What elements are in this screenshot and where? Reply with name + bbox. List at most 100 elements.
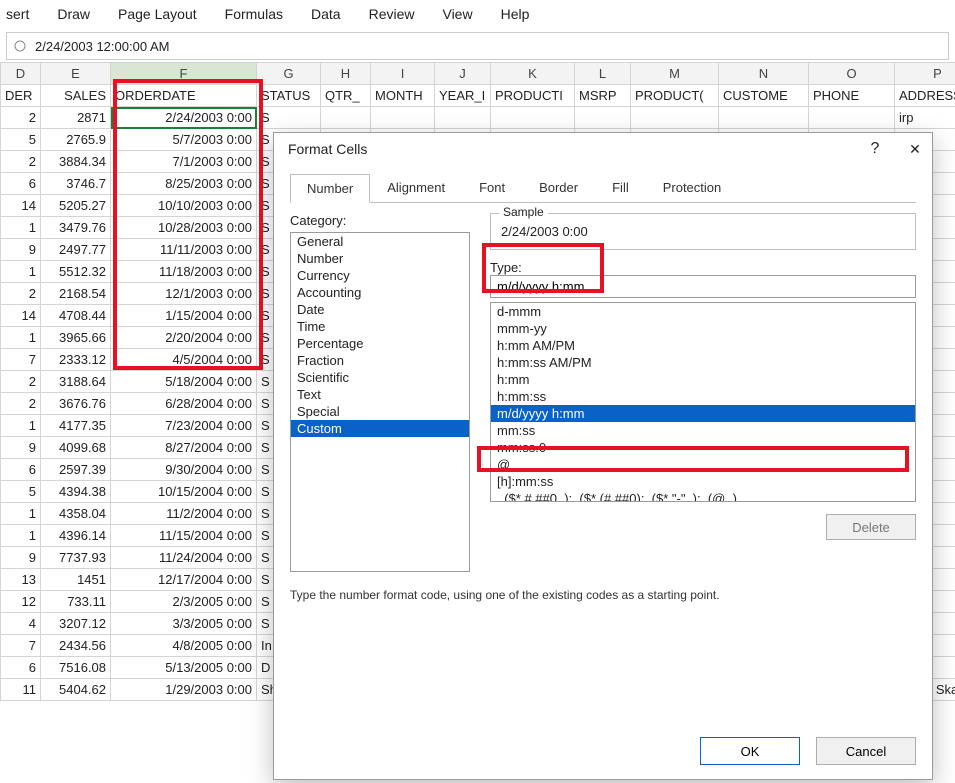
field-header[interactable]: PRODUCTI bbox=[491, 85, 575, 107]
cell[interactable]: 4/8/2005 0:00 bbox=[111, 635, 257, 657]
cell[interactable] bbox=[575, 107, 631, 129]
cell[interactable]: 2434.56 bbox=[41, 635, 111, 657]
cell[interactable] bbox=[491, 107, 575, 129]
type-item[interactable]: mm:ss bbox=[491, 422, 915, 439]
col-header-N[interactable]: N bbox=[719, 63, 809, 85]
type-item[interactable]: @ bbox=[491, 456, 915, 473]
cell[interactable]: 2/24/2003 0:00 bbox=[111, 107, 257, 129]
cell[interactable]: 3207.12 bbox=[41, 613, 111, 635]
cell[interactable]: 3965.66 bbox=[41, 327, 111, 349]
col-header-O[interactable]: O bbox=[809, 63, 895, 85]
menu-draw[interactable]: Draw bbox=[57, 6, 90, 22]
cell[interactable]: 9/30/2004 0:00 bbox=[111, 459, 257, 481]
cell[interactable]: 4099.68 bbox=[41, 437, 111, 459]
menu-data[interactable]: Data bbox=[311, 6, 341, 22]
cell[interactable]: 4394.38 bbox=[41, 481, 111, 503]
cell[interactable]: 11/18/2003 0:00 bbox=[111, 261, 257, 283]
col-header-E[interactable]: E bbox=[41, 63, 111, 85]
cell[interactable]: 8/27/2004 0:00 bbox=[111, 437, 257, 459]
cell[interactable]: 11/2/2004 0:00 bbox=[111, 503, 257, 525]
tab-number[interactable]: Number bbox=[290, 174, 370, 203]
col-header-D[interactable]: D bbox=[1, 63, 41, 85]
cell[interactable]: 3676.76 bbox=[41, 393, 111, 415]
cell[interactable]: 12/1/2003 0:00 bbox=[111, 283, 257, 305]
cell[interactable]: 5 bbox=[1, 481, 41, 503]
cell[interactable]: 8/25/2003 0:00 bbox=[111, 173, 257, 195]
cell[interactable]: 11/15/2004 0:00 bbox=[111, 525, 257, 547]
cell[interactable]: 14 bbox=[1, 195, 41, 217]
cell[interactable]: 11/11/2003 0:00 bbox=[111, 239, 257, 261]
cell[interactable]: 4358.04 bbox=[41, 503, 111, 525]
cell[interactable]: 2/3/2005 0:00 bbox=[111, 591, 257, 613]
field-header[interactable]: PHONE bbox=[809, 85, 895, 107]
cell[interactable] bbox=[719, 107, 809, 129]
field-header[interactable]: ORDERDATE bbox=[111, 85, 257, 107]
col-header-J[interactable]: J bbox=[435, 63, 491, 85]
cell[interactable]: 3479.76 bbox=[41, 217, 111, 239]
field-header[interactable]: DER bbox=[1, 85, 41, 107]
menu-review[interactable]: Review bbox=[369, 6, 415, 22]
cell[interactable]: 5/7/2003 0:00 bbox=[111, 129, 257, 151]
field-header[interactable]: CUSTOME bbox=[719, 85, 809, 107]
cell[interactable]: 5 bbox=[1, 129, 41, 151]
cell[interactable]: 7/1/2003 0:00 bbox=[111, 151, 257, 173]
col-header-M[interactable]: M bbox=[631, 63, 719, 85]
tab-border[interactable]: Border bbox=[522, 173, 595, 202]
category-item[interactable]: Custom bbox=[291, 420, 469, 437]
cell[interactable]: 1 bbox=[1, 415, 41, 437]
cell[interactable]: 733.11 bbox=[41, 591, 111, 613]
col-header-I[interactable]: I bbox=[371, 63, 435, 85]
type-item[interactable]: mmm-yy bbox=[491, 320, 915, 337]
cell[interactable]: 1/29/2003 0:00 bbox=[111, 679, 257, 701]
cell[interactable]: 6 bbox=[1, 173, 41, 195]
cell[interactable]: 5404.62 bbox=[41, 679, 111, 701]
tab-font[interactable]: Font bbox=[462, 173, 522, 202]
field-header[interactable]: PRODUCT( bbox=[631, 85, 719, 107]
category-item[interactable]: Text bbox=[291, 386, 469, 403]
category-item[interactable]: General bbox=[291, 233, 469, 250]
cell[interactable]: 2597.39 bbox=[41, 459, 111, 481]
category-list[interactable]: GeneralNumberCurrencyAccountingDateTimeP… bbox=[290, 232, 470, 572]
cell[interactable]: 2 bbox=[1, 283, 41, 305]
cell[interactable]: 7 bbox=[1, 349, 41, 371]
cell[interactable]: 14 bbox=[1, 305, 41, 327]
col-header-G[interactable]: G bbox=[257, 63, 321, 85]
cell[interactable]: 3746.7 bbox=[41, 173, 111, 195]
category-item[interactable]: Special bbox=[291, 403, 469, 420]
cell[interactable]: 4708.44 bbox=[41, 305, 111, 327]
cell[interactable]: 4177.35 bbox=[41, 415, 111, 437]
cell[interactable]: 6 bbox=[1, 459, 41, 481]
cell[interactable]: 1 bbox=[1, 525, 41, 547]
menu-formulas[interactable]: Formulas bbox=[225, 6, 283, 22]
cell[interactable]: 5205.27 bbox=[41, 195, 111, 217]
cell[interactable]: 11/24/2004 0:00 bbox=[111, 547, 257, 569]
cell[interactable]: 1 bbox=[1, 503, 41, 525]
column-header-row[interactable]: DEFGHIJKLMNOP bbox=[1, 63, 955, 85]
type-item[interactable]: _($* #,##0_);_($* (#,##0);_($* "-"_);_(@… bbox=[491, 490, 915, 502]
type-item[interactable]: [h]:mm:ss bbox=[491, 473, 915, 490]
cell[interactable]: 1 bbox=[1, 217, 41, 239]
cell[interactable]: 5/18/2004 0:00 bbox=[111, 371, 257, 393]
type-input[interactable] bbox=[490, 275, 916, 298]
type-item[interactable]: mm:ss.0 bbox=[491, 439, 915, 456]
cell[interactable] bbox=[435, 107, 491, 129]
menu-sert[interactable]: sert bbox=[6, 6, 29, 22]
cell[interactable] bbox=[809, 107, 895, 129]
delete-button[interactable]: Delete bbox=[826, 514, 916, 540]
cell[interactable]: 1 bbox=[1, 327, 41, 349]
category-item[interactable]: Percentage bbox=[291, 335, 469, 352]
category-item[interactable]: Date bbox=[291, 301, 469, 318]
col-header-K[interactable]: K bbox=[491, 63, 575, 85]
col-header-H[interactable]: H bbox=[321, 63, 371, 85]
cell[interactable]: S bbox=[257, 107, 321, 129]
cell[interactable]: 6 bbox=[1, 657, 41, 679]
cell[interactable]: 5/13/2005 0:00 bbox=[111, 657, 257, 679]
cell[interactable]: 2 bbox=[1, 393, 41, 415]
cell[interactable]: 11 bbox=[1, 679, 41, 701]
cell[interactable]: 7737.93 bbox=[41, 547, 111, 569]
menu-help[interactable]: Help bbox=[501, 6, 530, 22]
cell[interactable]: 10/15/2004 0:00 bbox=[111, 481, 257, 503]
tab-fill[interactable]: Fill bbox=[595, 173, 646, 202]
type-item[interactable]: d-mmm bbox=[491, 303, 915, 320]
cell[interactable] bbox=[321, 107, 371, 129]
